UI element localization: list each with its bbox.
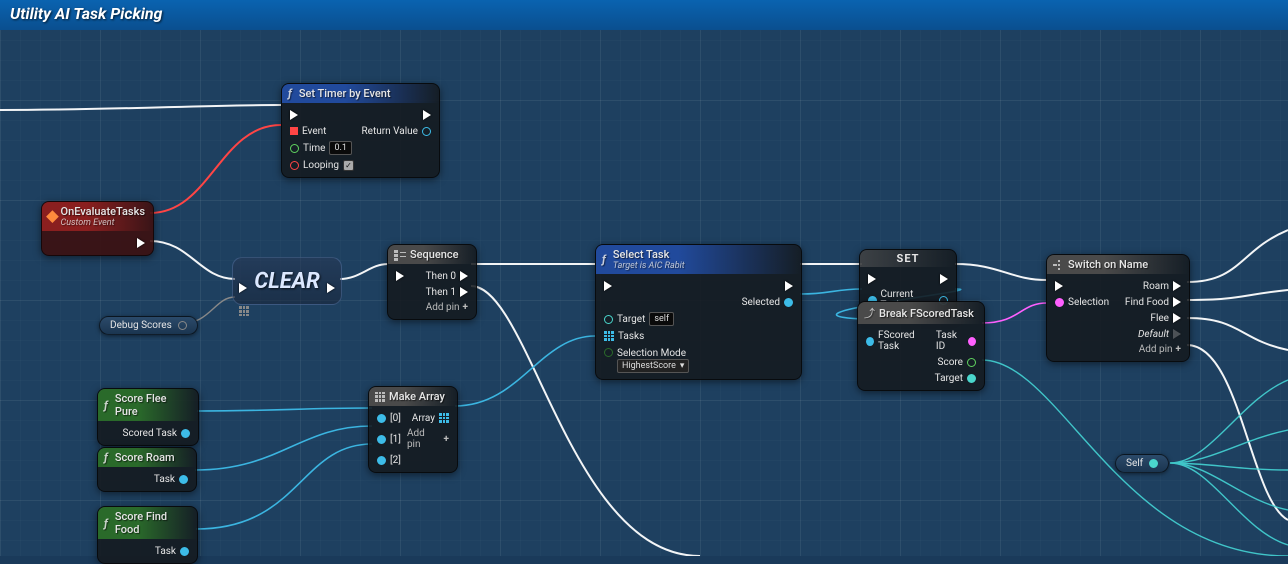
node-header: Sequence	[388, 245, 476, 264]
node-on-evaluate[interactable]: OnEvaluateTasksCustom Event	[41, 201, 154, 256]
var-debug-scores[interactable]: Debug Scores	[99, 316, 198, 335]
sequence-icon	[394, 250, 406, 260]
node-score-find-food[interactable]: Score Find Food Task	[97, 506, 198, 564]
time-input[interactable]: 0.1	[329, 141, 352, 155]
switch-icon	[1053, 260, 1064, 270]
node-score-roam[interactable]: Score Roam Task	[97, 447, 197, 492]
add-pin-button[interactable]: Add pin +	[388, 300, 476, 315]
array-icon	[375, 392, 385, 402]
node-sequence[interactable]: Sequence Then 0 Then 1 Add pin +	[387, 244, 477, 320]
var-self[interactable]: Self	[1115, 454, 1169, 473]
node-break-fscored[interactable]: ⤴Break FScoredTask FScored Task Task ID …	[857, 301, 985, 391]
node-select-task[interactable]: Select TaskTarget is AIC Rabit Selected …	[595, 244, 802, 380]
looping-checkbox[interactable]: ✓	[343, 160, 354, 171]
node-set-timer[interactable]: Set Timer by Event Event Return Value Ti…	[281, 83, 440, 178]
event-icon	[46, 210, 58, 222]
node-header: Set Timer by Event	[282, 84, 439, 103]
selection-mode-dropdown[interactable]: HighestScore▾	[617, 359, 689, 373]
comment-title: Utility AI Task Picking	[0, 0, 1288, 30]
node-make-array[interactable]: Make Array [0] Array [1] Add pin + [2]	[368, 386, 458, 473]
add-pin-button[interactable]: Add pin +	[1047, 342, 1189, 357]
chevron-down-icon: ▾	[680, 361, 685, 371]
add-pin-button[interactable]: Add pin +	[407, 428, 449, 450]
node-switch-on-name[interactable]: Switch on Name Roam Selection Find Food …	[1046, 254, 1190, 362]
node-clear[interactable]: CLEAR	[232, 257, 342, 305]
target-input[interactable]: self	[649, 312, 674, 326]
node-header: OnEvaluateTasksCustom Event	[42, 202, 153, 231]
node-score-flee[interactable]: Score Flee Pure Scored Task	[97, 388, 199, 446]
